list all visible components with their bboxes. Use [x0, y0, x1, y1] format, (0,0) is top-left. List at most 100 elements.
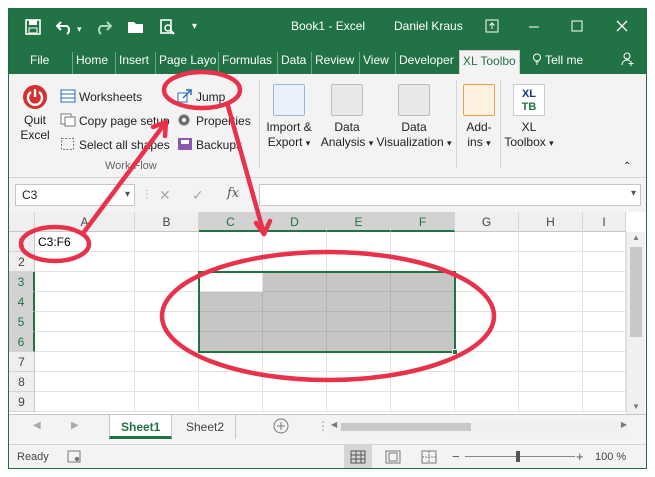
data-visualization-button[interactable]: Data Visualization ▾ [375, 84, 453, 151]
h-scrollbar-thumb[interactable] [341, 423, 471, 431]
prev-sheet-icon[interactable]: ◀ [33, 420, 41, 431]
cell[interactable] [35, 252, 135, 272]
data-analysis-button[interactable]: Data Analysis ▾ [319, 84, 375, 151]
cell[interactable] [519, 352, 583, 372]
cell[interactable] [583, 392, 626, 412]
close-icon[interactable] [616, 19, 628, 36]
tab-formulas[interactable]: Formulas [218, 52, 275, 74]
cell[interactable] [35, 292, 135, 312]
cell[interactable] [199, 292, 263, 312]
row-header[interactable]: 9 [9, 392, 35, 412]
cell[interactable] [35, 372, 135, 392]
cell[interactable] [583, 252, 626, 272]
cell[interactable] [327, 372, 391, 392]
cell[interactable] [35, 332, 135, 352]
user-name[interactable]: Daniel Kraus [394, 19, 463, 33]
sheet-tab[interactable]: Sheet2 [175, 415, 237, 439]
cell[interactable] [135, 232, 199, 252]
page-break-preview-icon[interactable] [421, 450, 437, 467]
customize-qat-icon[interactable]: ▾ [192, 19, 197, 35]
column-header[interactable]: H [519, 212, 583, 232]
tab-insert[interactable]: Insert [115, 52, 152, 74]
cell[interactable] [35, 352, 135, 372]
cell[interactable] [263, 392, 327, 412]
cell[interactable] [519, 292, 583, 312]
cell[interactable] [455, 232, 519, 252]
column-header[interactable]: F [391, 212, 455, 232]
tab-review[interactable]: Review [311, 52, 357, 74]
cell[interactable] [263, 292, 327, 312]
copy-page-setup-button[interactable]: Copy page setup [60, 112, 170, 130]
cell[interactable] [135, 392, 199, 412]
column-header[interactable]: E [327, 212, 391, 232]
cell[interactable] [519, 392, 583, 412]
column-header[interactable]: B [135, 212, 199, 232]
column-header[interactable]: A [35, 212, 135, 232]
name-box[interactable]: C3 ▾ [15, 184, 135, 206]
cell[interactable] [583, 372, 626, 392]
undo-icon[interactable] [55, 19, 74, 38]
cell[interactable] [391, 272, 455, 292]
formula-input[interactable]: ▾ [259, 184, 641, 206]
zoom-in-icon[interactable]: + [576, 449, 584, 464]
zoom-out-icon[interactable]: − [452, 449, 460, 464]
select-all-shapes-button[interactable]: Select all shapes [60, 136, 170, 154]
ribbon-display-options-icon[interactable] [485, 19, 499, 36]
row-header[interactable]: 8 [9, 372, 35, 392]
cell[interactable] [519, 332, 583, 352]
cell[interactable] [455, 292, 519, 312]
cell[interactable] [519, 372, 583, 392]
scroll-up-icon[interactable]: ▲ [632, 233, 640, 242]
cell[interactable] [327, 392, 391, 412]
cell[interactable] [391, 372, 455, 392]
cell[interactable] [519, 312, 583, 332]
cell[interactable] [519, 252, 583, 272]
cell[interactable] [199, 232, 263, 252]
xl-toolbox-button[interactable]: XL TB XL Toolbox ▾ [503, 84, 555, 151]
zoom-slider[interactable] [465, 456, 575, 457]
cell[interactable] [455, 272, 519, 292]
tell-me[interactable]: Tell me [529, 52, 586, 74]
cell[interactable] [327, 292, 391, 312]
cell[interactable] [327, 272, 391, 292]
cell[interactable] [327, 352, 391, 372]
scrollbar-thumb[interactable] [630, 247, 642, 337]
column-header[interactable]: G [455, 212, 519, 232]
tab-home[interactable]: Home [72, 52, 111, 74]
fill-handle[interactable] [452, 349, 458, 355]
column-header[interactable]: D [263, 212, 327, 232]
cell[interactable] [35, 272, 135, 292]
normal-view-button[interactable] [344, 445, 372, 468]
undo-dropdown-icon[interactable]: ▾ [77, 21, 82, 37]
tab-data[interactable]: Data [277, 52, 309, 74]
cell[interactable] [391, 292, 455, 312]
cell[interactable] [583, 232, 626, 252]
cell[interactable] [135, 272, 199, 292]
cell[interactable] [455, 352, 519, 372]
cell[interactable] [583, 352, 626, 372]
macro-recording-icon[interactable] [67, 450, 81, 466]
backups-button[interactable]: Backups [177, 136, 242, 154]
row-header[interactable]: 5 [9, 312, 35, 332]
column-header[interactable]: C [199, 212, 263, 232]
cell[interactable] [327, 252, 391, 272]
worksheet-grid[interactable]: A B C D E F G H I 1 2 3 4 5 6 7 8 9 C3:F… [9, 212, 646, 414]
cell[interactable] [455, 252, 519, 272]
cell[interactable] [327, 232, 391, 252]
cell[interactable] [199, 352, 263, 372]
scroll-down-icon[interactable]: ▼ [632, 402, 640, 411]
row-header[interactable]: 2 [9, 252, 35, 272]
addins-button[interactable]: Add- ins ▾ [459, 84, 499, 151]
cell[interactable] [135, 292, 199, 312]
cell[interactable] [391, 352, 455, 372]
sheet-tab[interactable]: Sheet1 [109, 415, 173, 439]
cell[interactable] [263, 372, 327, 392]
cell-a1[interactable]: C3:F6 [35, 232, 135, 252]
cell[interactable] [519, 272, 583, 292]
name-box-dropdown-icon[interactable]: ▾ [125, 185, 130, 205]
cell[interactable] [455, 312, 519, 332]
cell[interactable] [391, 232, 455, 252]
tab-file[interactable]: File [27, 52, 52, 74]
horizontal-scrollbar[interactable]: ◀ ▶ [329, 420, 629, 433]
page-layout-view-icon[interactable] [385, 450, 401, 467]
